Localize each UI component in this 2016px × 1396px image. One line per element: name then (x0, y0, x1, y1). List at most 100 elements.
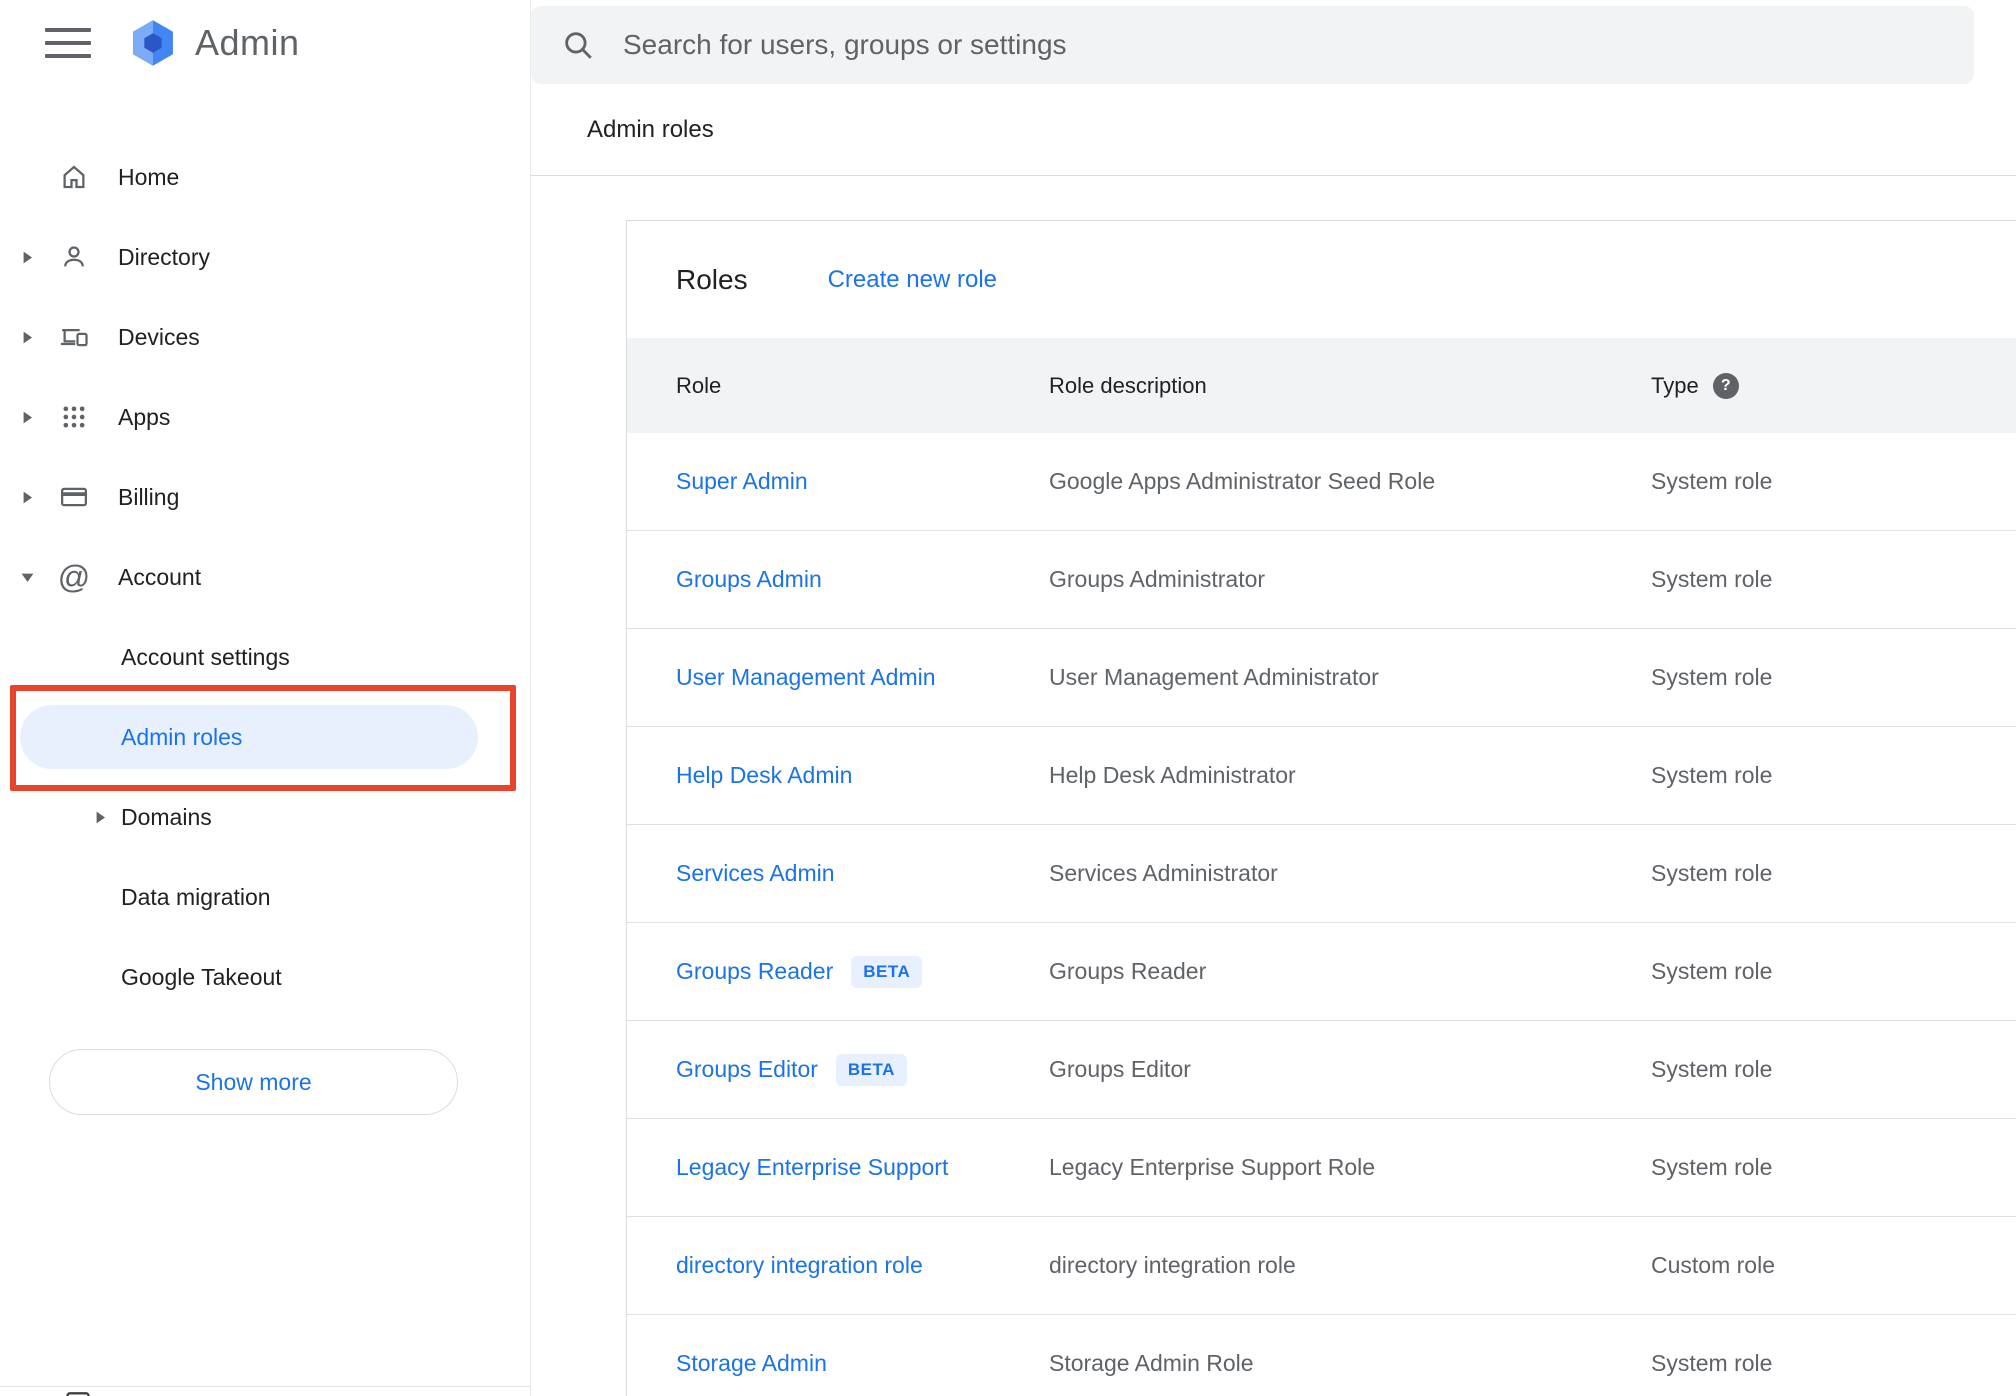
sidebar-item-devices[interactable]: Devices (0, 297, 530, 377)
search-bar[interactable] (531, 6, 1974, 84)
role-link[interactable]: Groups Reader (676, 958, 833, 985)
role-link[interactable]: Super Admin (676, 468, 808, 495)
role-description: Services Administrator (1049, 860, 1278, 886)
breadcrumb-row: Admin roles (531, 84, 2016, 176)
create-new-role-link[interactable]: Create new role (828, 266, 997, 294)
roles-card-header: Roles Create new role (627, 221, 2016, 338)
sidebar-item-label: Directory (118, 243, 211, 270)
chevron-right-icon[interactable] (14, 251, 40, 264)
role-description: User Management Administrator (1049, 664, 1379, 690)
column-header-type: Type ? (1651, 372, 2016, 399)
device-icon (64, 1391, 92, 1396)
role-type: System role (1651, 664, 1773, 690)
admin-console: Admin Home Directory Devices Apps Billin… (0, 0, 2016, 1396)
sidebar-item-label: Apps (118, 403, 171, 430)
help-icon[interactable]: ? (1712, 372, 1739, 399)
table-row: Groups Reader BETA Groups Reader System … (627, 923, 2016, 1021)
role-type: System role (1651, 566, 1773, 592)
sidebar-item-apps[interactable]: Apps (0, 377, 530, 457)
role-description: Help Desk Administrator (1049, 762, 1296, 788)
chevron-right-icon[interactable] (14, 491, 40, 504)
role-description: Groups Administrator (1049, 566, 1266, 592)
table-row: Super Admin Google Apps Administrator Se… (627, 433, 2016, 531)
table-row: Legacy Enterprise Support Legacy Enterpr… (627, 1119, 2016, 1217)
sidebar-item-data-migration[interactable]: Data migration (0, 857, 530, 937)
role-description: Google Apps Administrator Seed Role (1049, 468, 1436, 494)
table-row: Storage Admin Storage Admin Role System … (627, 1315, 2016, 1396)
app-logo[interactable]: Admin (127, 17, 300, 69)
role-description: Groups Editor (1049, 1056, 1191, 1082)
role-link[interactable]: Services Admin (676, 860, 835, 887)
chevron-right-icon[interactable] (14, 331, 40, 344)
content: Roles Create new role Role Role descript… (531, 176, 2016, 1396)
admin-logo-icon (127, 17, 179, 69)
role-type: System role (1651, 1350, 1773, 1376)
role-description: directory integration role (1049, 1252, 1296, 1278)
devices-icon (58, 321, 90, 353)
sidebar-item-label: Account (118, 563, 202, 590)
page-title: Roles (676, 263, 748, 295)
beta-badge: BETA (835, 1053, 907, 1086)
sidebar-item-label: Devices (118, 323, 200, 350)
role-type: System role (1651, 762, 1773, 788)
menu-icon[interactable] (45, 26, 91, 60)
column-header-role: Role (676, 372, 722, 398)
sidebar-item-domains[interactable]: Domains (0, 777, 530, 857)
sidebar-item-admin-roles[interactable]: Admin roles (0, 697, 530, 777)
role-link[interactable]: Groups Editor (676, 1056, 818, 1083)
role-type: System role (1651, 1056, 1773, 1082)
role-link[interactable]: Groups Admin (676, 566, 822, 593)
role-link[interactable]: Help Desk Admin (676, 762, 852, 789)
sidebar-header: Admin (0, 0, 530, 137)
sidebar: Admin Home Directory Devices Apps Billin… (0, 0, 531, 1396)
selected-item-pill (20, 705, 478, 769)
sidebar-item-label: Billing (118, 483, 180, 510)
sidebar-item-account-settings[interactable]: Account settings (0, 617, 530, 697)
chevron-right-icon[interactable] (14, 411, 40, 424)
table-header-row: Role Role description Type ? (627, 338, 2016, 433)
sidebar-bottom-divider (0, 1386, 530, 1396)
sidebar-item-label: Account settings (121, 643, 290, 670)
at-icon: @ (57, 559, 91, 595)
sidebar-item-label: Data migration (121, 883, 271, 910)
home-icon (58, 161, 90, 193)
sidebar-item-label: Home (118, 163, 180, 190)
table-row: Services Admin Services Administrator Sy… (627, 825, 2016, 923)
roles-card: Roles Create new role Role Role descript… (626, 220, 2016, 1396)
role-link[interactable]: directory integration role (676, 1252, 923, 1279)
role-description: Groups Reader (1049, 958, 1207, 984)
search-icon (561, 28, 595, 62)
column-header-type-label: Type (1651, 372, 1699, 398)
chevron-down-icon[interactable] (14, 571, 40, 584)
sidebar-item-label: Domains (121, 803, 212, 830)
role-type: System role (1651, 860, 1773, 886)
column-header-description: Role description (1049, 372, 1207, 398)
table-row: Groups Admin Groups Administrator System… (627, 531, 2016, 629)
sidebar-item-label: Admin roles (121, 723, 243, 750)
role-type: System role (1651, 1154, 1773, 1180)
sidebar-item-google-takeout[interactable]: Google Takeout (0, 937, 530, 1017)
show-more-button[interactable]: Show more (49, 1049, 458, 1115)
app-name: Admin (195, 22, 300, 63)
main-area: Admin roles Roles Create new role Role R… (531, 0, 2016, 1396)
role-type: Custom role (1651, 1252, 1775, 1278)
role-link[interactable]: Legacy Enterprise Support (676, 1154, 948, 1181)
billing-card-icon (58, 481, 90, 513)
table-row: Groups Editor BETA Groups Editor System … (627, 1021, 2016, 1119)
sidebar-item-billing[interactable]: Billing (0, 457, 530, 537)
role-link[interactable]: User Management Admin (676, 664, 936, 691)
sidebar-item-account[interactable]: @ Account (0, 537, 530, 617)
sidebar-item-home[interactable]: Home (0, 137, 530, 217)
role-type: System role (1651, 468, 1773, 494)
person-icon (58, 241, 90, 273)
sidebar-item-label: Google Takeout (121, 963, 282, 990)
apps-grid-icon (58, 401, 90, 433)
sidebar-item-directory[interactable]: Directory (0, 217, 530, 297)
chevron-right-icon[interactable] (90, 811, 110, 824)
role-link[interactable]: Storage Admin (676, 1350, 827, 1377)
role-description: Storage Admin Role (1049, 1350, 1254, 1376)
search-input[interactable] (623, 29, 1974, 61)
sidebar-nav: Home Directory Devices Apps Billing @ Ac… (0, 137, 530, 1115)
beta-badge: BETA (851, 955, 923, 988)
table-row: directory integration role directory int… (627, 1217, 2016, 1315)
